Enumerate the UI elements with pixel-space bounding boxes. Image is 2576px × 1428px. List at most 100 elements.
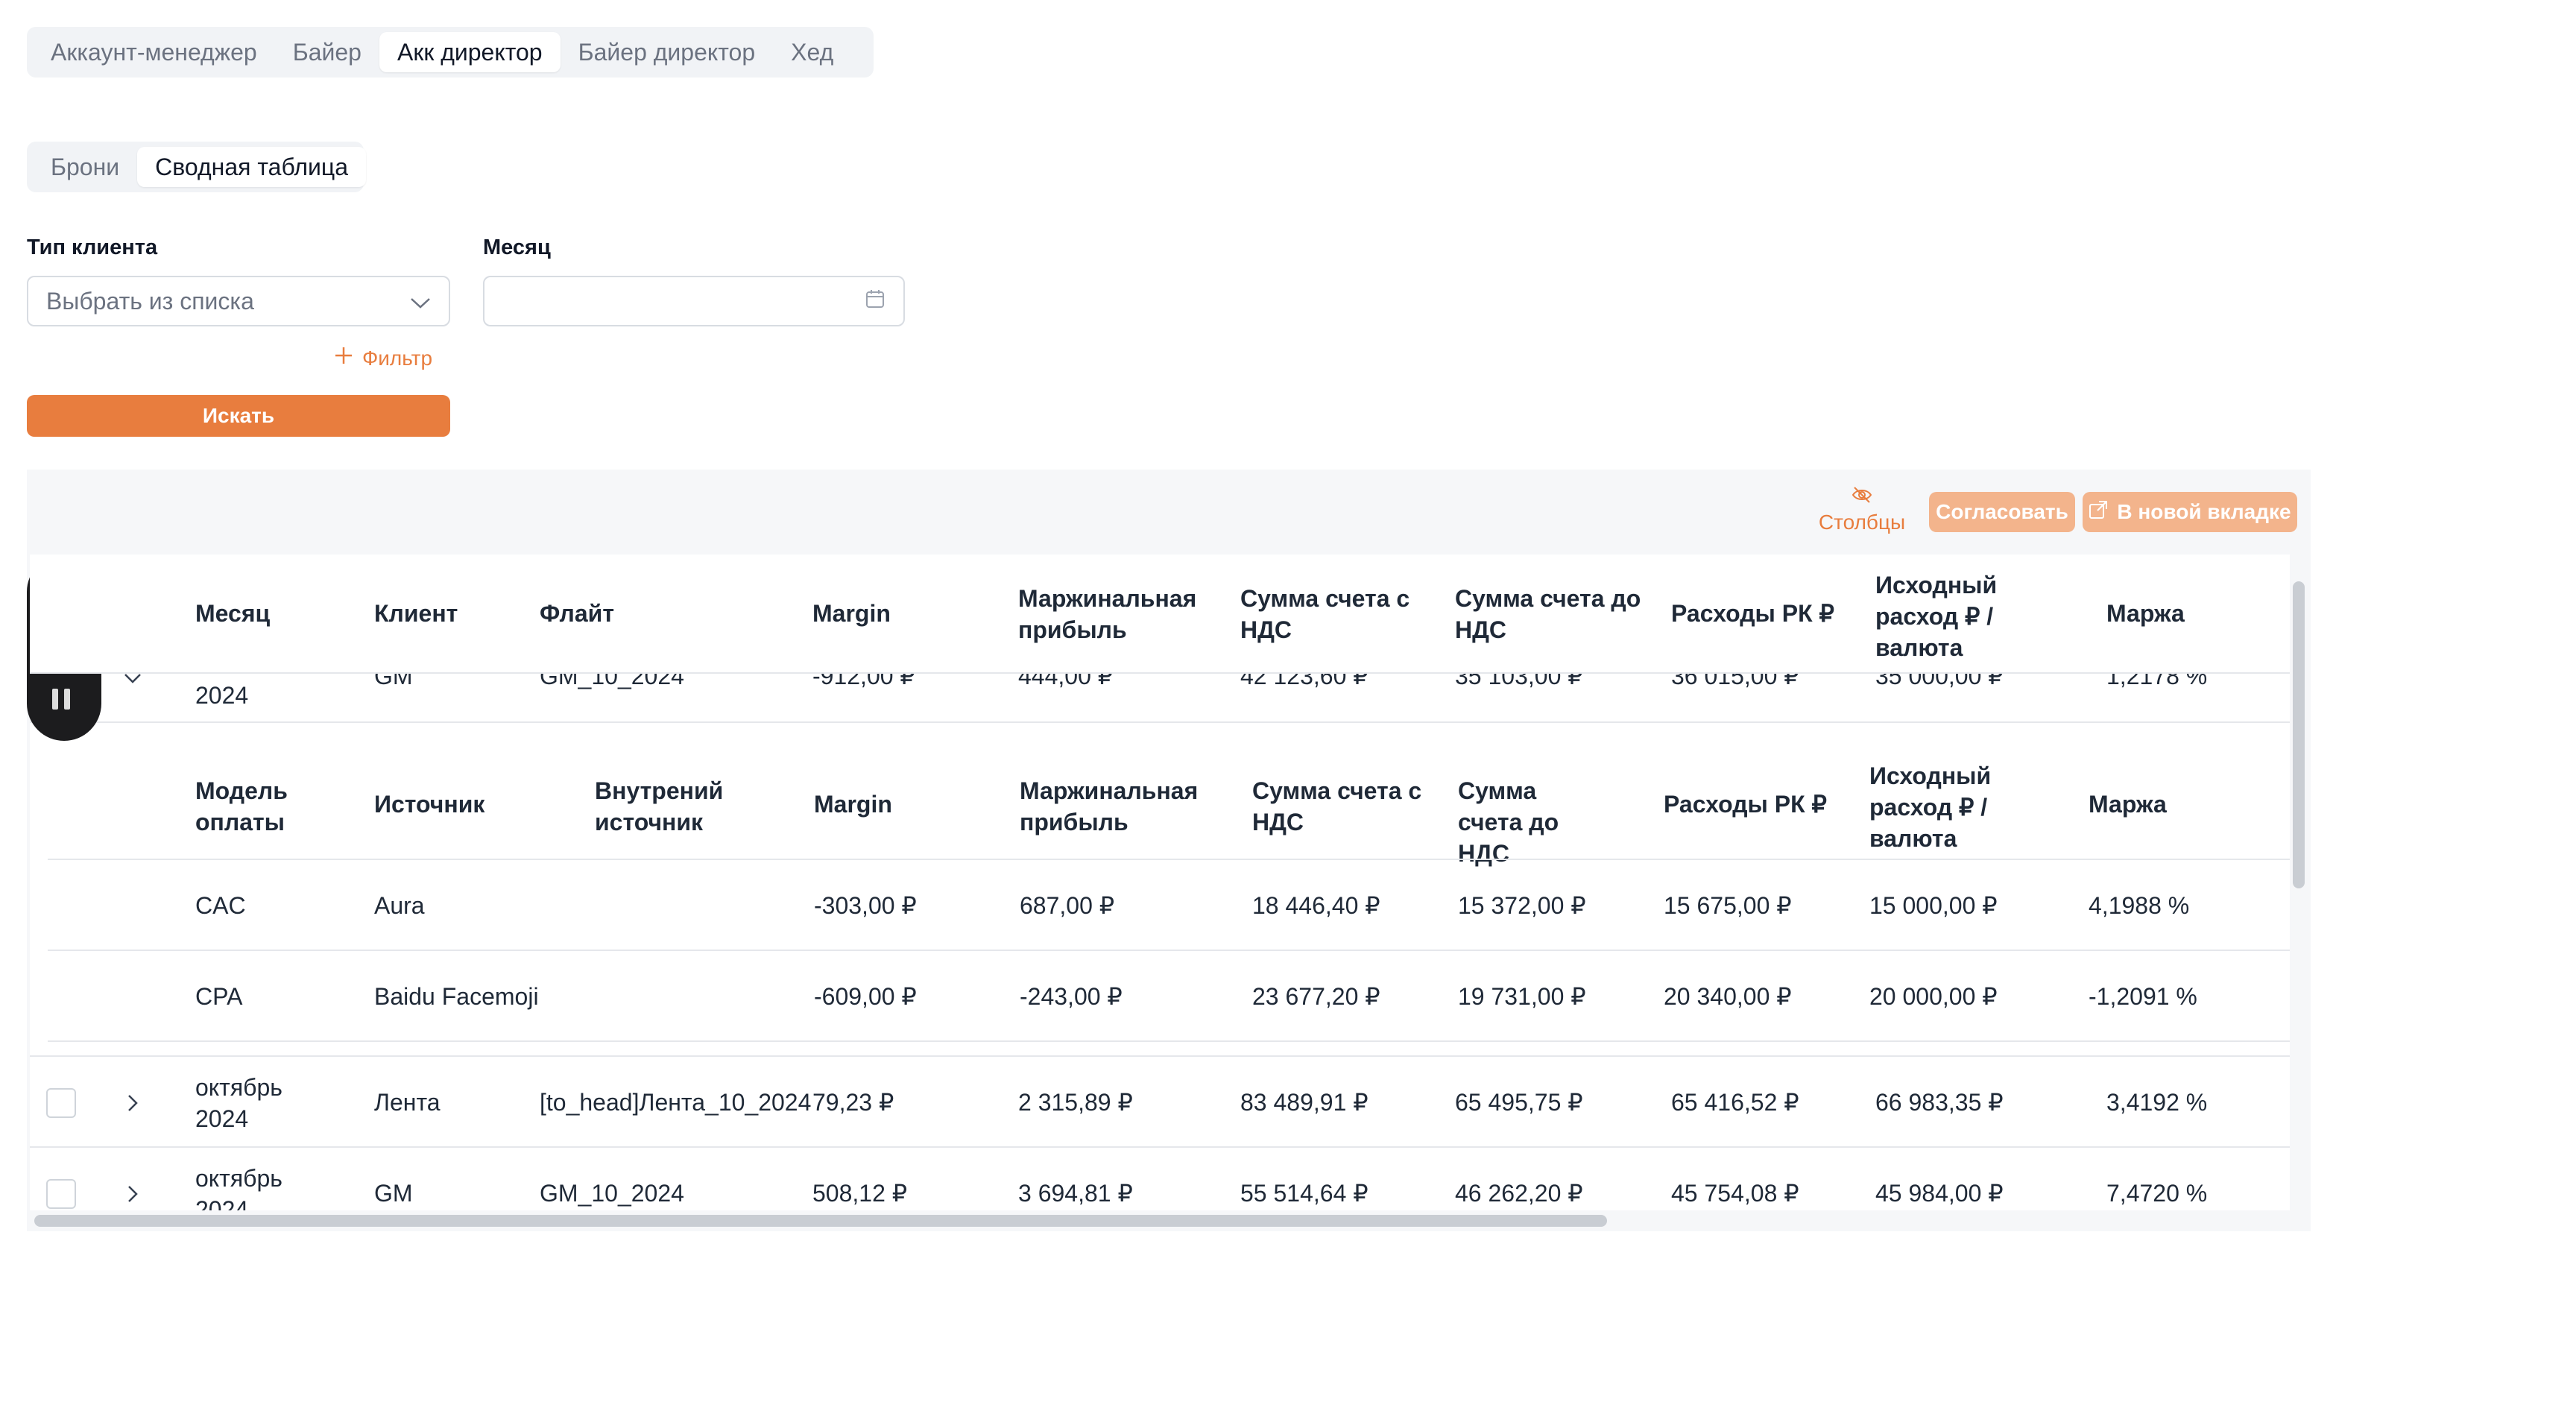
table-row[interactable]: октябрь 2024 Лента [to_head]Лента_10_202… <box>30 1057 2290 1148</box>
horizontal-scrollbar[interactable] <box>34 1215 1607 1227</box>
tab-account-manager[interactable]: Аккаунт-менеджер <box>33 32 275 72</box>
cell-marzha: 4,1988 % <box>2089 892 2190 919</box>
client-type-label: Тип клиента <box>27 236 158 259</box>
cell-margin: -609,00 ₽ <box>814 983 917 1010</box>
search-button[interactable]: Искать <box>27 395 450 437</box>
cell-profit: 687,00 ₽ <box>1020 892 1115 919</box>
month-label: Месяц <box>483 236 551 259</box>
cell-sum-novat: 46 262,20 ₽ <box>1455 1180 1583 1207</box>
tab-bookings[interactable]: Брони <box>33 147 137 187</box>
table-row[interactable]: 2024 GM GM_10_2024 -912,00 ₽ 444,00 ₽ 42… <box>30 663 2290 723</box>
add-filter-button[interactable]: Фильтр <box>334 346 432 370</box>
col-expenses: Расходы РК ₽ <box>1671 600 1834 627</box>
client-type-select[interactable]: Выбрать из списка <box>27 276 450 326</box>
view-tabs: Брони Сводная таблица <box>27 142 366 192</box>
subcol-payment-model: Модель оплаты <box>195 777 288 835</box>
eye-off-icon <box>1852 485 1872 509</box>
cell-sum-novat: 65 495,75 ₽ <box>1455 1089 1583 1116</box>
col-marzha: Маржа <box>2106 600 2185 627</box>
subcol-expenses: Расходы РК ₽ <box>1664 791 1827 818</box>
subcol-margin: Margin <box>814 791 892 818</box>
summary-table: Месяц Клиент Флайт Margin Маржинальная п… <box>30 555 2290 1210</box>
month-picker[interactable] <box>483 276 905 326</box>
cell-source: Aura <box>374 892 425 919</box>
subcol-inner-source: Внутрений источник <box>595 777 724 835</box>
tab-summary-table[interactable]: Сводная таблица <box>137 147 366 187</box>
divider <box>30 672 2290 674</box>
cell-sum-vat: 55 514,64 ₽ <box>1240 1180 1368 1207</box>
cell-payment-model: CPA <box>195 983 243 1010</box>
pause-icon <box>52 689 70 711</box>
subcol-sum-vat: Сумма счета с НДС <box>1252 777 1422 835</box>
row-checkbox[interactable] <box>46 1088 76 1118</box>
subcol-source-spend: Исходный расход ₽ / валюта <box>1869 762 1992 852</box>
cell-margin: 79,23 ₽ <box>812 1089 894 1116</box>
external-link-icon <box>2089 500 2108 525</box>
vertical-scrollbar[interactable] <box>2293 581 2305 888</box>
cell-client: GM <box>374 1180 413 1207</box>
tab-head[interactable]: Хед <box>773 32 851 72</box>
subcol-profit: Маржинальная прибыль <box>1020 777 1199 835</box>
cell-source-spend: 45 984,00 ₽ <box>1875 1180 2004 1207</box>
columns-button[interactable]: Столбцы <box>1810 483 1914 537</box>
cell-expenses: 20 340,00 ₽ <box>1664 983 1792 1010</box>
col-source-spend: Исходный расход ₽ / валюта <box>1875 572 1998 661</box>
col-month: Месяц <box>195 600 271 627</box>
chevron-right-icon[interactable] <box>118 1179 148 1209</box>
table-row[interactable]: октябрь 2024 GM GM_10_2024 508,12 ₽ 3 69… <box>30 1148 2290 1210</box>
subtable-row[interactable]: CAC Aura -303,00 ₽ 687,00 ₽ 18 446,40 ₽ … <box>48 860 2290 951</box>
role-tabs: Аккаунт-менеджер Байер Акк директор Байе… <box>27 27 874 78</box>
cell-flight: GM_10_2024 <box>540 1180 684 1207</box>
tab-buyer[interactable]: Байер <box>275 32 379 72</box>
subcol-source: Источник <box>374 791 485 818</box>
cell-payment-model: CAC <box>195 892 246 919</box>
cell-expenses: 65 416,52 ₽ <box>1671 1089 1799 1116</box>
table-header: Месяц Клиент Флайт Margin Маржинальная п… <box>30 555 2290 674</box>
cell-margin: -303,00 ₽ <box>814 892 917 919</box>
add-filter-label: Фильтр <box>362 346 433 370</box>
cell-profit: -243,00 ₽ <box>1020 983 1123 1010</box>
cell-month: октябрь 2024 <box>195 1074 282 1132</box>
cell-sum-vat: 83 489,91 ₽ <box>1240 1089 1368 1116</box>
cell-sum-vat: 18 446,40 ₽ <box>1252 892 1380 919</box>
cell-source-spend: 66 983,35 ₽ <box>1875 1089 2004 1116</box>
cell-profit: 3 694,81 ₽ <box>1018 1180 1133 1207</box>
col-margin: Margin <box>812 600 891 627</box>
cell-source-spend: 15 000,00 ₽ <box>1869 892 1998 919</box>
cell-expenses: 45 754,08 ₽ <box>1671 1180 1799 1207</box>
tab-buyer-director[interactable]: Байер директор <box>561 32 774 72</box>
cell-month: октябрь 2024 <box>195 1165 282 1210</box>
chevron-right-icon[interactable] <box>118 1088 148 1118</box>
cell-month: 2024 <box>195 682 249 709</box>
cell-expenses: 15 675,00 ₽ <box>1664 892 1792 919</box>
row-checkbox[interactable] <box>46 1179 76 1209</box>
cell-sum-novat: 15 372,00 ₽ <box>1458 892 1586 919</box>
calendar-icon <box>865 288 886 315</box>
cell-source: Baidu Facemoji <box>374 983 539 1010</box>
pause-button[interactable] <box>52 689 76 711</box>
chevron-down-icon <box>410 288 431 315</box>
cell-client: Лента <box>374 1089 441 1116</box>
subtable-row[interactable]: CPA Baidu Facemoji -609,00 ₽ -243,00 ₽ 2… <box>48 951 2290 1042</box>
cell-sum-vat: 23 677,20 ₽ <box>1252 983 1380 1010</box>
open-new-tab-label: В новой вкладке <box>2117 500 2291 523</box>
tab-account-director[interactable]: Акк директор <box>379 32 561 72</box>
col-sum-vat: Сумма счета с НДС <box>1240 585 1410 643</box>
cell-margin: 508,12 ₽ <box>812 1180 908 1207</box>
col-sum-novat: Сумма счета до НДС <box>1455 585 1641 643</box>
subcol-marzha: Маржа <box>2089 791 2167 818</box>
col-client: Клиент <box>374 600 458 627</box>
col-profit: Маржинальная прибыль <box>1018 585 1197 643</box>
subcol-sum-novat: Сумма счета до НДС <box>1458 777 1559 867</box>
client-type-placeholder: Выбрать из списка <box>46 287 254 315</box>
subtable-header: Модель оплаты Источник Внутрений источни… <box>48 723 2290 867</box>
cell-profit: 2 315,89 ₽ <box>1018 1089 1133 1116</box>
cell-marzha: 3,4192 % <box>2106 1089 2208 1116</box>
divider <box>48 1040 2290 1042</box>
cell-source-spend: 20 000,00 ₽ <box>1869 983 1998 1010</box>
plus-icon <box>334 346 353 370</box>
col-flight: Флайт <box>540 600 614 627</box>
open-new-tab-button[interactable]: В новой вкладке <box>2083 492 2297 532</box>
cell-sum-novat: 19 731,00 ₽ <box>1458 983 1586 1010</box>
agree-button[interactable]: Согласовать <box>1929 492 2075 532</box>
